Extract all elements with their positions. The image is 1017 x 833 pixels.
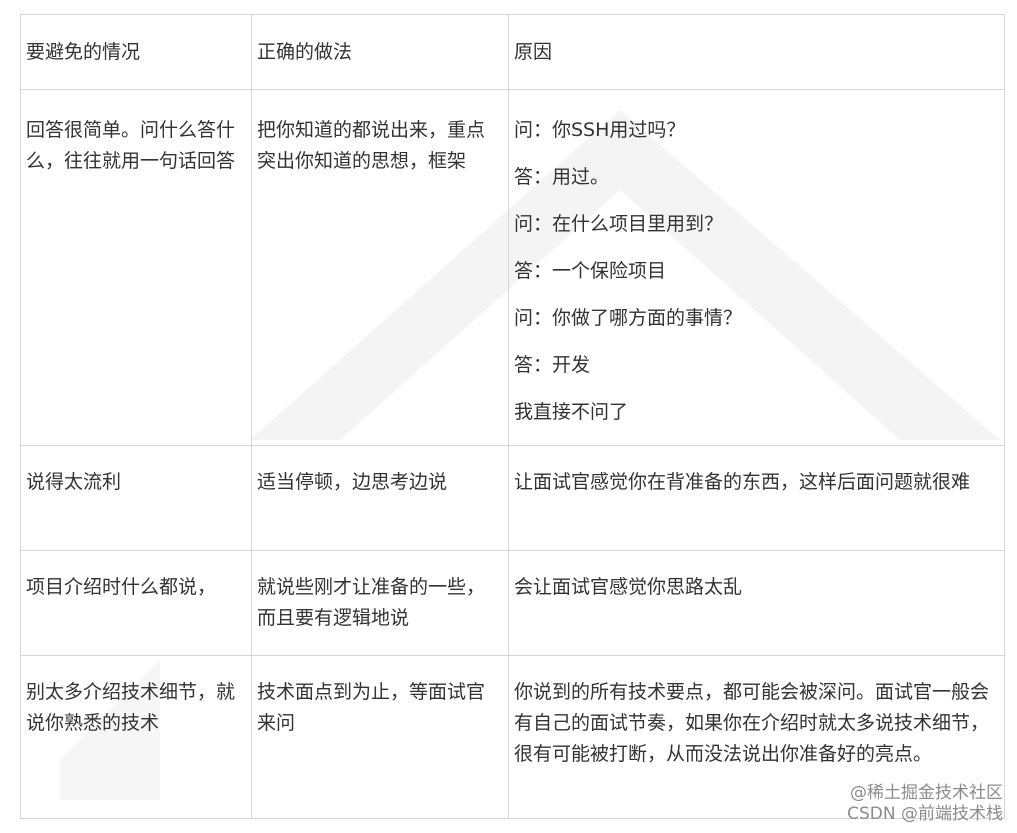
table-row: 说得太流利 适当停顿，边思考边说 让面试官感觉你在背准备的东西，这样后面问题就很…	[20, 445, 1005, 551]
header-avoid: 要避免的情况	[20, 14, 252, 90]
cell-avoid: 回答很简单。问什么答什么，往往就用一句话回答	[20, 89, 252, 446]
header-reason: 原因	[508, 14, 1005, 90]
dialogue-line: 答：一个保险项目	[514, 260, 667, 282]
dialogue-line: 答：用过。	[514, 166, 610, 188]
source-watermark: @稀土掘金技术社区 CSDN @前端技术栈	[847, 783, 1003, 825]
dialogue-line: 答：开发	[514, 354, 591, 376]
dialogue-line: 我直接不问了	[514, 401, 629, 423]
cell-reason: 让面试官感觉你在背准备的东西，这样后面问题就很难	[508, 445, 1005, 551]
cell-correct: 把你知道的都说出来，重点突出你知道的思想，框架	[251, 89, 509, 446]
table-row: 项目介绍时什么都说， 就说些刚才让准备的一些，而且要有逻辑地说 会让面试官感觉你…	[20, 550, 1005, 656]
dialogue-line: 问：你SSH用过吗？	[514, 119, 686, 141]
table-row: 回答很简单。问什么答什么，往往就用一句话回答 把你知道的都说出来，重点突出你知道…	[20, 89, 1005, 446]
cell-correct: 适当停顿，边思考边说	[251, 445, 509, 551]
cell-correct: 技术面点到为止，等面试官来问	[251, 655, 509, 819]
table-header-row: 要避免的情况 正确的做法 原因	[20, 14, 1005, 90]
dialogue-line: 问：在什么项目里用到？	[514, 213, 724, 235]
interview-tips-table: 要避免的情况 正确的做法 原因 回答很简单。问什么答什么，往往就用一句话回答 把…	[20, 14, 1005, 819]
cell-avoid: 说得太流利	[20, 445, 252, 551]
cell-avoid: 项目介绍时什么都说，	[20, 550, 252, 656]
dialogue-line: 问：你做了哪方面的事情？	[514, 307, 743, 329]
header-correct: 正确的做法	[251, 14, 509, 90]
cell-reason: 会让面试官感觉你思路太乱	[508, 550, 1005, 656]
cell-avoid: 别太多介绍技术细节，就说你熟悉的技术	[20, 655, 252, 819]
cell-reason-dialogue: 问：你SSH用过吗？ 答：用过。 问：在什么项目里用到？ 答：一个保险项目 问：…	[508, 89, 1005, 446]
watermark-line-juejin: @稀土掘金技术社区	[850, 783, 1003, 803]
cell-correct: 就说些刚才让准备的一些，而且要有逻辑地说	[251, 550, 509, 656]
watermark-line-csdn: CSDN @前端技术栈	[847, 804, 1003, 824]
